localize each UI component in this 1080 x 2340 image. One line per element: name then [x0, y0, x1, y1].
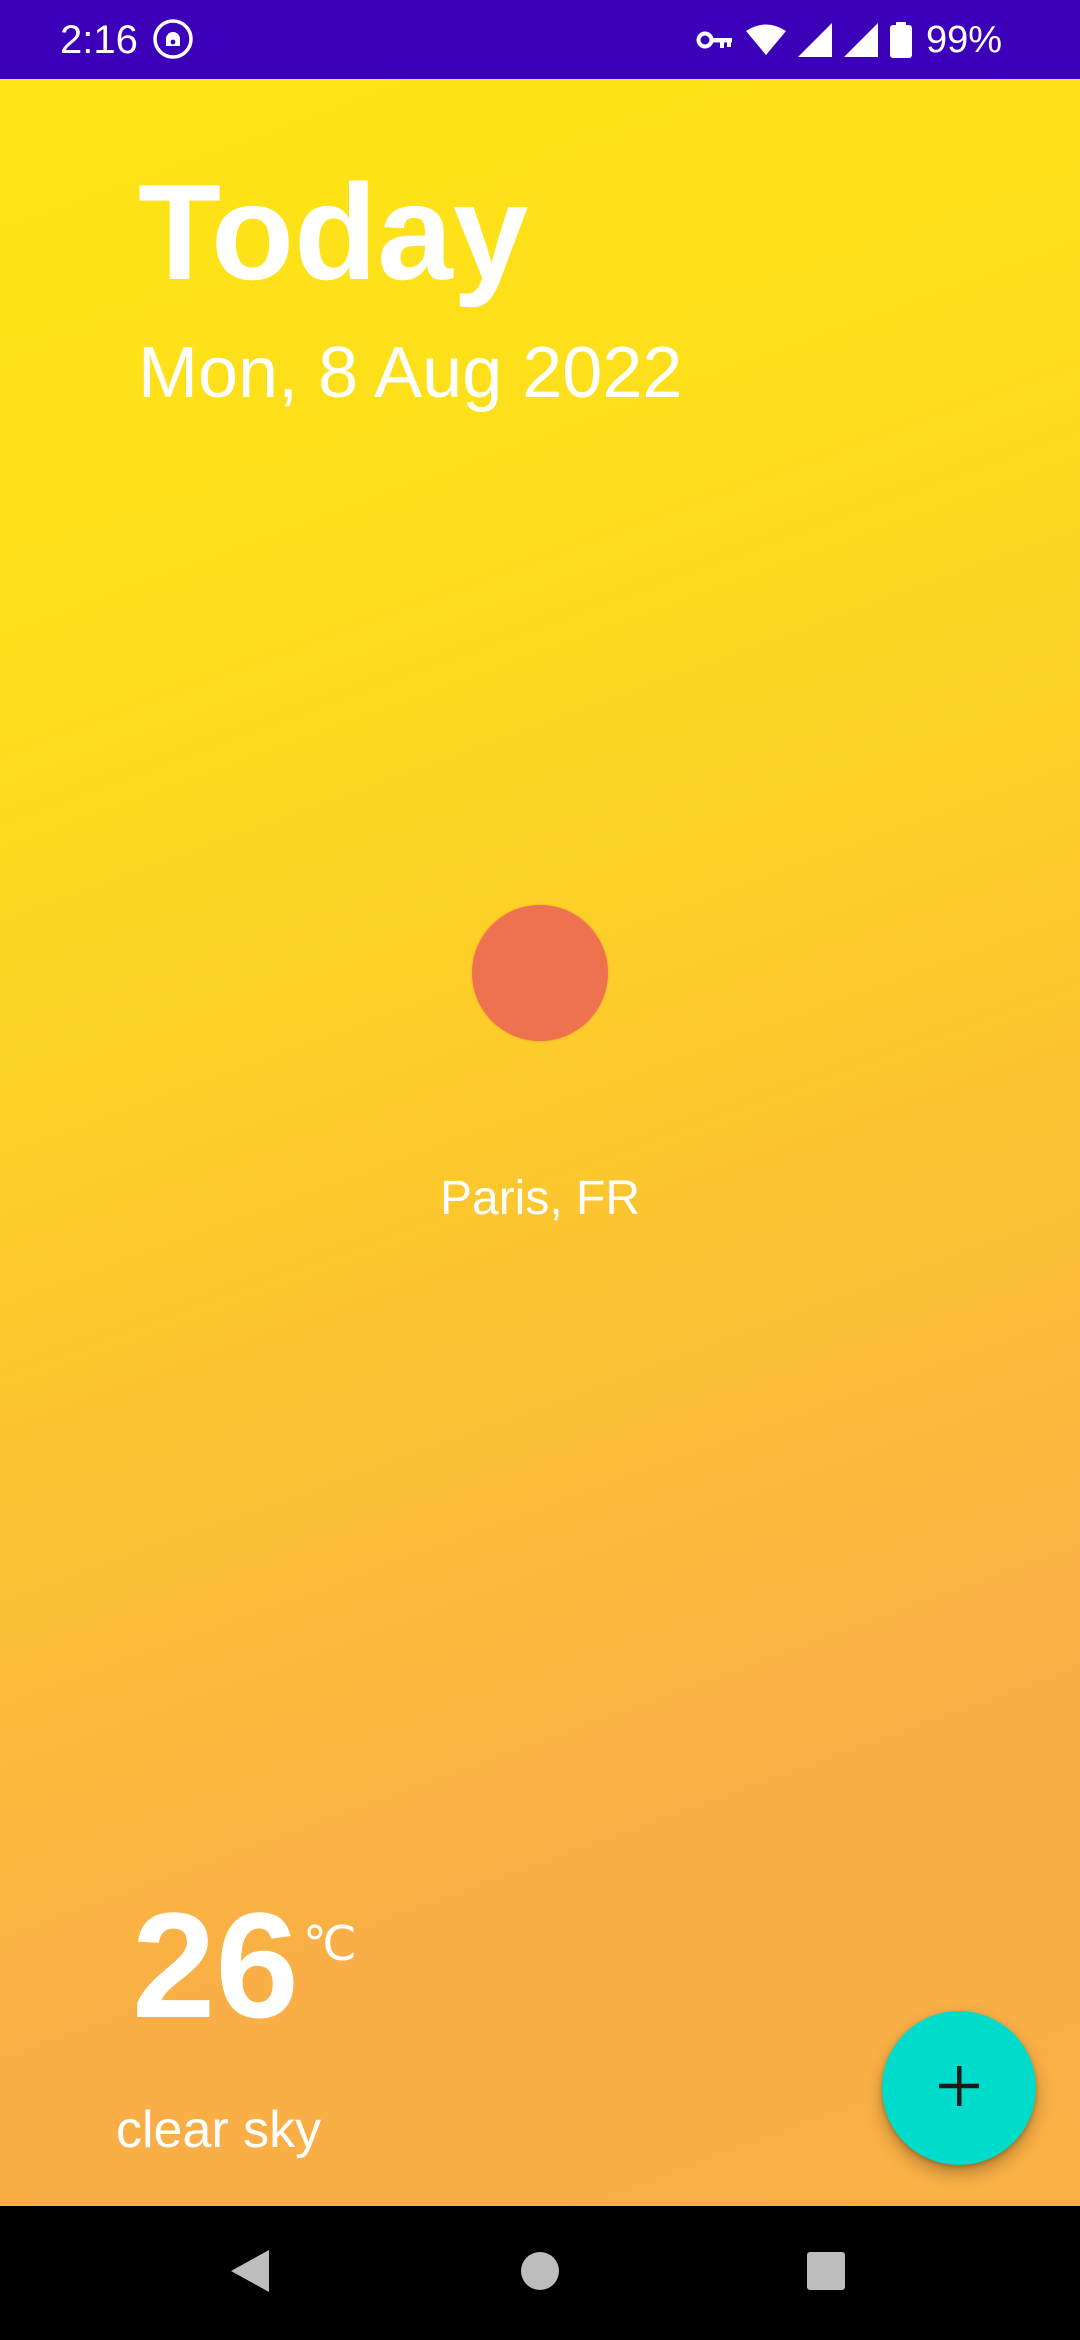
status-icons: 99% — [696, 16, 1002, 64]
weather-condition: clear sky — [116, 2101, 322, 2159]
status-bar: 2:16 99% — [0, 0, 1080, 79]
home-icon — [519, 2250, 561, 2297]
vpn-app-icon — [152, 18, 194, 60]
battery-icon — [889, 22, 912, 58]
plus-icon — [937, 2064, 981, 2113]
recents-button[interactable] — [746, 2206, 906, 2340]
add-location-button[interactable] — [882, 2011, 1036, 2165]
recents-icon — [805, 2250, 847, 2297]
temperature: 26℃ — [132, 1885, 357, 2045]
weather-main: Today Mon, 8 Aug 2022 Paris, FR 26℃ clea… — [0, 79, 1080, 2206]
back-icon — [229, 2248, 271, 2299]
screen: 2:16 99% Today Mon, 8 Aug 2022 Paris, FR… — [0, 0, 1080, 2340]
sun-icon — [472, 905, 608, 1041]
battery-percentage: 99% — [925, 19, 1002, 61]
key-icon — [696, 29, 734, 51]
temperature-unit: ℃ — [302, 1918, 357, 1971]
current-date: Mon, 8 Aug 2022 — [138, 333, 683, 413]
page-title: Today — [138, 156, 529, 308]
temperature-value: 26 — [132, 1881, 299, 2049]
location-label: Paris, FR — [439, 1172, 640, 1225]
wifi-icon — [745, 24, 786, 56]
signal-icon — [797, 23, 832, 57]
signal-icon — [843, 23, 878, 57]
back-button[interactable] — [170, 2206, 330, 2340]
home-button[interactable] — [460, 2206, 620, 2340]
status-time: 2:16 — [60, 18, 138, 62]
navigation-bar — [0, 2206, 1080, 2340]
